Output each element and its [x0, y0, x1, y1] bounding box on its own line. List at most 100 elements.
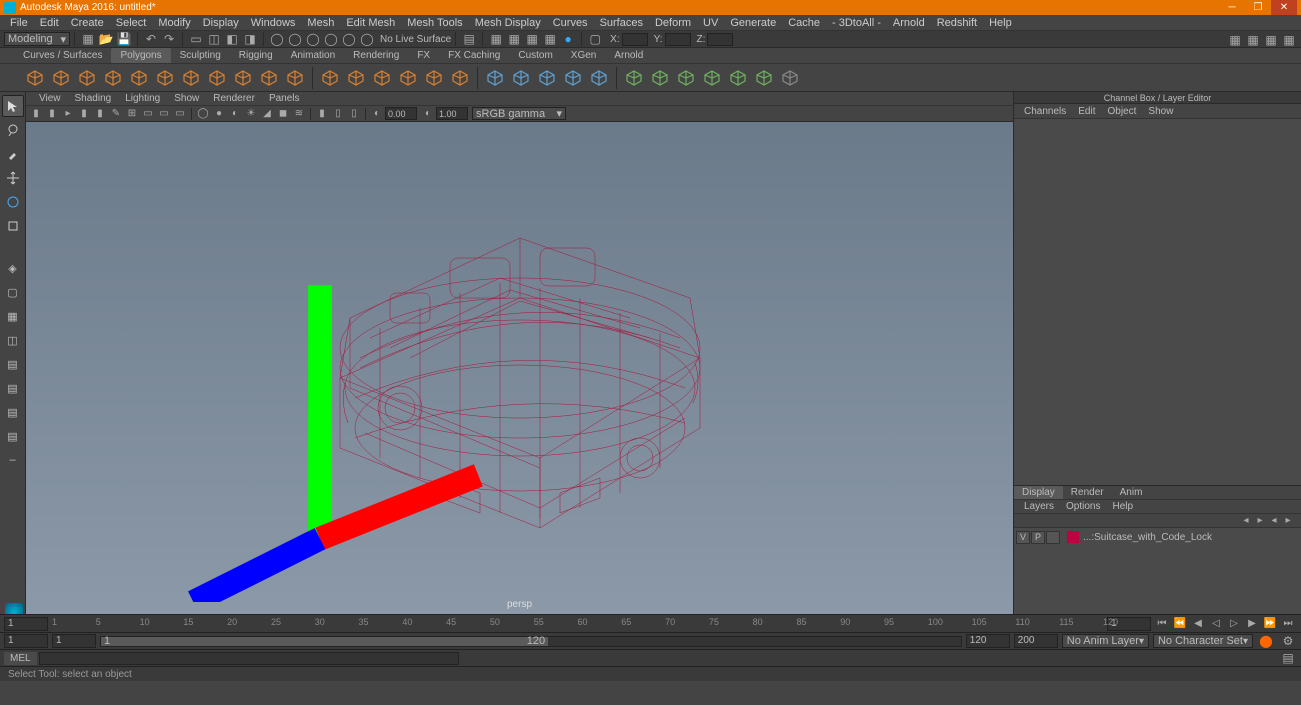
layer-color-swatch[interactable] [1067, 531, 1079, 543]
layer-row[interactable]: V P ...:Suitcase_with_Code_Lock [1016, 530, 1299, 544]
snap-view-icon[interactable]: ◯ [359, 31, 375, 47]
shelf-tab-custom[interactable]: Custom [509, 48, 561, 63]
layer-display-type[interactable] [1046, 531, 1060, 544]
x-input[interactable] [622, 33, 648, 46]
cmd-language-label[interactable]: MEL [4, 652, 37, 665]
shelf-item-24[interactable] [675, 67, 697, 89]
panel-menu-view[interactable]: View [32, 93, 68, 104]
shelf-item-21[interactable] [588, 67, 610, 89]
layer-move-down-icon[interactable]: ▸ [1254, 515, 1266, 527]
menu-windows[interactable]: Windows [245, 17, 302, 29]
shelf-item-14[interactable] [397, 67, 419, 89]
lights-icon[interactable]: ☀ [244, 107, 258, 121]
render-settings-icon[interactable]: ▦ [524, 31, 540, 47]
anim-layer-dropdown[interactable]: No Anim Layer ▾ [1062, 634, 1149, 648]
exposure-icon[interactable]: ◐ [370, 107, 384, 121]
transform-panel-icon[interactable]: ▢ [587, 31, 603, 47]
close-button[interactable]: ✕ [1271, 0, 1297, 15]
image-plane-icon[interactable]: ▮ [77, 107, 91, 121]
snap-plane-icon[interactable]: ◯ [323, 31, 339, 47]
panel-menu-shading[interactable]: Shading [68, 93, 119, 104]
grid-icon[interactable]: ⊞ [125, 107, 139, 121]
paint-select-icon[interactable]: ◧ [224, 31, 240, 47]
bookmark-icon[interactable]: ▸ [61, 107, 75, 121]
gamma-icon[interactable]: ◐ [421, 107, 435, 121]
motion-blur-icon[interactable]: ≋ [292, 107, 306, 121]
shelf-tab-animation[interactable]: Animation [282, 48, 344, 63]
y-input[interactable] [665, 33, 691, 46]
2d-zoom-icon[interactable]: ▮ [93, 107, 107, 121]
new-scene-icon[interactable]: ▦ [80, 31, 96, 47]
menu-generate[interactable]: Generate [724, 17, 782, 29]
shelf-tab-rendering[interactable]: Rendering [344, 48, 408, 63]
step-forward-key-icon[interactable]: ⏩ [1263, 617, 1277, 631]
play-back-icon[interactable]: ◁ [1209, 617, 1223, 631]
shelf-tab-arnold[interactable]: Arnold [605, 48, 652, 63]
save-scene-icon[interactable]: 💾 [116, 31, 132, 47]
shelf-item-2[interactable] [76, 67, 98, 89]
shelf-item-28[interactable] [779, 67, 801, 89]
menu-edit[interactable]: Edit [34, 17, 65, 29]
anim-start-input[interactable]: 1 [4, 634, 48, 648]
shelf-tab-fx[interactable]: FX [408, 48, 439, 63]
snap-grid-icon[interactable]: ◯ [269, 31, 285, 47]
shelf-item-17[interactable] [484, 67, 506, 89]
undo-icon[interactable]: ↶ [143, 31, 159, 47]
hypershade-icon[interactable]: ● [560, 31, 576, 47]
shelf-item-20[interactable] [562, 67, 584, 89]
snap-point-icon[interactable]: ◯ [305, 31, 321, 47]
layer-menu-options[interactable]: Options [1060, 501, 1106, 512]
channel-menu-show[interactable]: Show [1142, 106, 1179, 117]
menu-display[interactable]: Display [197, 17, 245, 29]
layer-tab-display[interactable]: Display [1014, 486, 1063, 499]
shelf-item-9[interactable] [258, 67, 280, 89]
colorspace-dropdown[interactable]: sRGB gamma▾ [472, 107, 566, 120]
panel-menu-lighting[interactable]: Lighting [118, 93, 167, 104]
shelf-item-23[interactable] [649, 67, 671, 89]
render-frame-icon[interactable]: ▦ [488, 31, 504, 47]
shelf-item-13[interactable] [371, 67, 393, 89]
menu-mesh-tools[interactable]: Mesh Tools [401, 17, 468, 29]
select-tool[interactable] [2, 95, 24, 117]
script-editor-icon[interactable]: ▤ [2, 425, 24, 447]
menu-help[interactable]: Help [983, 17, 1018, 29]
more-layouts-icon[interactable]: – [2, 449, 24, 471]
open-scene-icon[interactable]: 📂 [98, 31, 114, 47]
shadows-icon[interactable]: ◢ [260, 107, 274, 121]
textured-icon[interactable]: ◐ [228, 107, 242, 121]
menu-mesh[interactable]: Mesh [301, 17, 340, 29]
maximize-button[interactable]: ❐ [1245, 0, 1271, 15]
gate-mask-icon[interactable]: ▭ [173, 107, 187, 121]
attribute-editor-icon[interactable]: ▦ [1246, 33, 1260, 47]
cmd-input[interactable] [39, 652, 459, 665]
character-set-dropdown[interactable]: No Character Set ▾ [1153, 634, 1253, 648]
shelf-item-11[interactable] [319, 67, 341, 89]
layer-new-empty-icon[interactable]: ◂ [1268, 515, 1280, 527]
shelf-tab-curves-surfaces[interactable]: Curves / Surfaces [14, 48, 111, 63]
snap-curve-icon[interactable]: ◯ [287, 31, 303, 47]
scale-tool[interactable] [2, 215, 24, 237]
modeling-toolkit-icon[interactable]: ▦ [1228, 33, 1242, 47]
lasso-tool[interactable] [2, 119, 24, 141]
channel-menu-object[interactable]: Object [1102, 106, 1143, 117]
ao-icon[interactable]: ◼ [276, 107, 290, 121]
autokey-icon[interactable]: ⬤ [1258, 633, 1274, 649]
shelf-item-0[interactable] [24, 67, 46, 89]
go-end-icon[interactable]: ⏭ [1281, 617, 1295, 631]
layer-move-up-icon[interactable]: ◂ [1240, 515, 1252, 527]
shelf-item-7[interactable] [206, 67, 228, 89]
shelf-item-4[interactable] [128, 67, 150, 89]
menu-edit-mesh[interactable]: Edit Mesh [340, 17, 401, 29]
shelf-tab-fx-caching[interactable]: FX Caching [439, 48, 509, 63]
select-mode-icon[interactable]: ▭ [188, 31, 204, 47]
menu--dtoall-[interactable]: - 3DtoAll - [826, 17, 887, 29]
menu-curves[interactable]: Curves [547, 17, 594, 29]
shelf-item-18[interactable] [510, 67, 532, 89]
go-start-icon[interactable]: ⏮ [1155, 617, 1169, 631]
layer-tab-render[interactable]: Render [1063, 486, 1112, 499]
construction-history-icon[interactable]: ▤ [461, 31, 477, 47]
play-forward-icon[interactable]: ▷ [1227, 617, 1241, 631]
component-icon[interactable]: ◨ [242, 31, 258, 47]
tool-settings-icon[interactable]: ▦ [1264, 33, 1278, 47]
menu-uv[interactable]: UV [697, 17, 724, 29]
